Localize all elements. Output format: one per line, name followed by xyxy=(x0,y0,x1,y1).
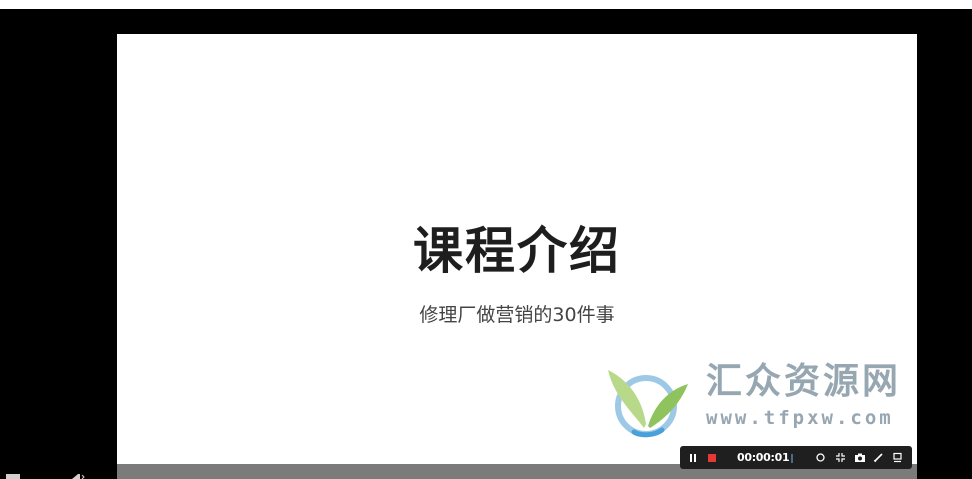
screen-recorder-toolbar: 00:00:01 xyxy=(680,446,912,469)
zoom-button[interactable] xyxy=(813,450,828,465)
window-icon xyxy=(893,452,902,463)
top-edge-strip xyxy=(0,0,972,9)
volume-icon[interactable] xyxy=(72,474,86,479)
screen: 课程介绍 修理厂做营销的30件事 汇众资源网 www.tfpxw.com 00:… xyxy=(0,0,972,479)
watermark-site-url: www.tfpxw.com xyxy=(706,407,894,429)
watermark-site-name: 汇众资源网 xyxy=(706,361,902,402)
crop-button[interactable] xyxy=(833,450,848,465)
slide-subtitle: 修理厂做营销的30件事 xyxy=(419,304,615,326)
crop-icon xyxy=(836,453,845,462)
leaf-logo-icon xyxy=(608,370,688,438)
recording-timer: 00:00:01 xyxy=(737,451,790,464)
draw-button[interactable] xyxy=(871,450,886,465)
watermark: 汇众资源网 www.tfpxw.com xyxy=(604,362,922,440)
slide-title: 课程介绍 xyxy=(413,222,621,280)
pen-icon xyxy=(873,453,883,463)
zoom-icon xyxy=(816,453,825,462)
pause-icon xyxy=(689,453,697,462)
screenshot-button[interactable] xyxy=(852,450,867,465)
stop-icon xyxy=(707,453,716,462)
player-corner xyxy=(0,464,117,479)
pause-button[interactable] xyxy=(685,450,700,465)
camera-icon xyxy=(854,453,865,462)
stop-button[interactable] xyxy=(704,450,719,465)
captions-icon[interactable] xyxy=(6,474,20,479)
window-button[interactable] xyxy=(890,450,905,465)
audio-level-meter xyxy=(791,454,793,463)
